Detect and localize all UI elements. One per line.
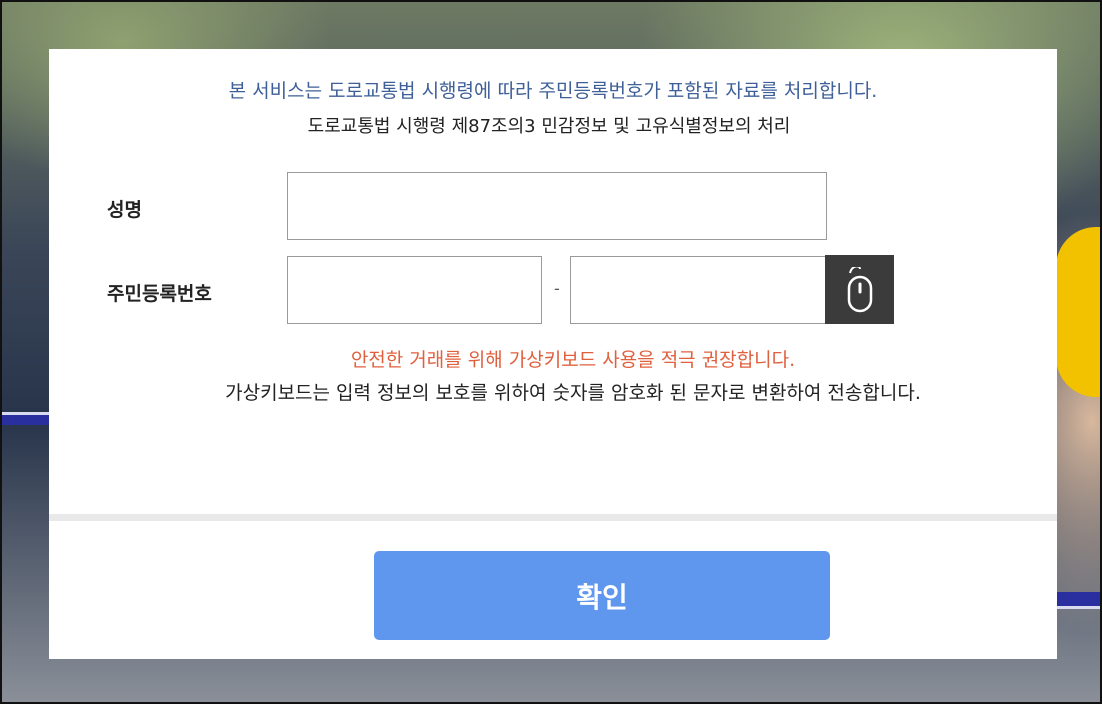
screen-frame: 본 서비스는 도로교통법 시행령에 따라 주민등록번호가 포함된 자료를 처리합… — [0, 0, 1102, 704]
service-notice: 본 서비스는 도로교통법 시행령에 따라 주민등록번호가 포함된 자료를 처리합… — [228, 80, 878, 102]
background-decoration — [2, 412, 50, 425]
name-input[interactable] — [287, 172, 827, 240]
confirm-button[interactable]: 확인 — [374, 551, 830, 640]
rrn-separator: - — [554, 279, 560, 298]
rrn-label: 주민등록번호 — [107, 283, 212, 305]
background-decoration — [1056, 592, 1100, 609]
section-divider — [49, 514, 1057, 521]
identity-form-panel: 본 서비스는 도로교통법 시행령에 따라 주민등록번호가 포함된 자료를 처리합… — [49, 49, 1057, 659]
virtual-keyboard-button[interactable] — [825, 255, 894, 324]
virtual-keyboard-recommendation: 안전한 거래를 위해 가상키보드 사용을 적극 권장합니다. — [350, 349, 796, 371]
background-decoration — [1056, 227, 1100, 397]
rrn-front-input[interactable] — [287, 256, 542, 324]
rrn-back-input[interactable] — [570, 256, 826, 324]
mouse-icon — [847, 266, 872, 312]
name-label: 성명 — [107, 199, 142, 221]
virtual-keyboard-info: 가상키보드는 입력 정보의 보호를 위하여 숫자를 암호화 된 문자로 변환하여… — [225, 382, 921, 404]
law-reference: 도로교통법 시행령 제87조의3 민감정보 및 고유식별정보의 처리 — [307, 116, 791, 137]
